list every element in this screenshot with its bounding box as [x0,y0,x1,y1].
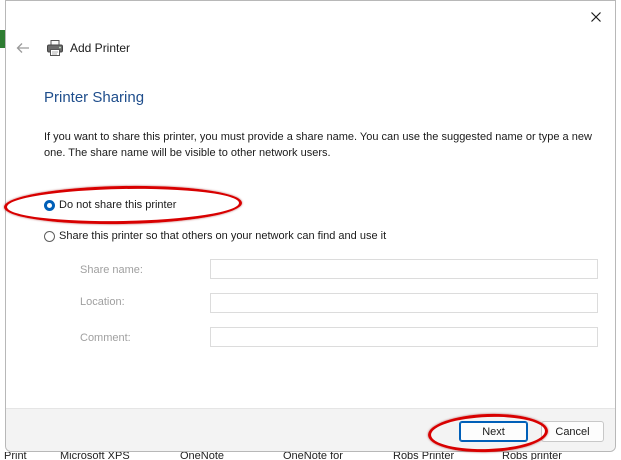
dialog-footer: Next Cancel [6,408,615,451]
radio-button-selected[interactable] [44,199,55,211]
close-button[interactable] [583,5,609,29]
background-label: Robs Printer [393,452,455,460]
dialog-header: Add Printer [14,37,130,59]
location-label: Location: [80,296,125,308]
screen: Print Microsoft XPS OneNote OneNote for … [0,0,621,460]
comment-input[interactable] [210,327,598,347]
cancel-button[interactable]: Cancel [541,421,604,442]
radio-share-printer[interactable]: Share this printer so that others on you… [44,230,386,242]
next-button[interactable]: Next [459,421,528,442]
sharing-description: If you want to share this printer, you m… [44,131,592,159]
radio-do-not-share[interactable]: Do not share this printer [44,199,176,211]
background-label: Print [4,452,27,460]
share-name-input[interactable] [210,259,598,279]
background-label: OneNote [180,452,225,460]
radio-label: Share this printer so that others on you… [59,230,387,242]
background-label: OneNote for [283,452,343,460]
background-label: Robs printer [502,452,562,460]
radio-label: Do not share this printer [59,199,177,211]
radio-button[interactable] [44,230,55,242]
background-file-labels: Print Microsoft XPS OneNote OneNote for … [0,452,621,460]
printer-icon [47,40,63,56]
back-button[interactable] [14,39,32,57]
share-name-label: Share name: [80,264,143,276]
page-title: Printer Sharing [44,89,145,106]
back-arrow-icon [16,43,29,53]
window-title: Add Printer [70,41,131,55]
add-printer-dialog: Add Printer Printer Sharing If you want … [5,0,616,452]
comment-label: Comment: [80,332,131,344]
location-input[interactable] [210,293,598,313]
background-label: Microsoft XPS [60,452,130,460]
close-icon [591,12,601,22]
